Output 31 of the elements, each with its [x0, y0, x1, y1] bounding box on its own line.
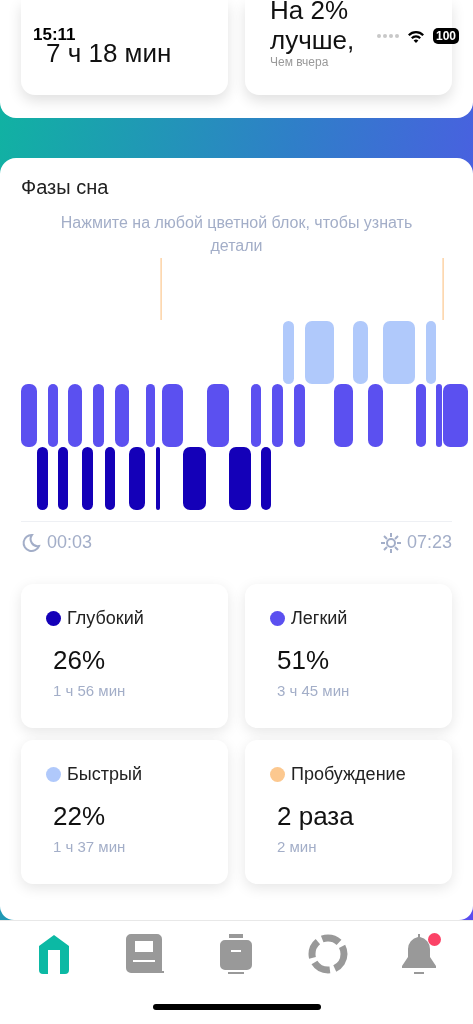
stage-card[interactable]: Легкий 51% 3 ч 45 мин [245, 584, 452, 728]
stage-value: 2 раза [276, 801, 355, 832]
bedtime: 00:03 [47, 532, 93, 553]
stage-value: 22% [52, 801, 107, 832]
stage-name: Легкий [291, 608, 348, 629]
ring-icon [307, 934, 348, 974]
stage-name: Пробуждение [291, 764, 406, 785]
stage-name: Быстрый [67, 764, 142, 785]
stage-card[interactable]: Быстрый 22% 1 ч 37 мин [21, 740, 228, 884]
comparison-text: На 2% лучше, [270, 0, 356, 55]
sun-icon [380, 532, 401, 553]
stage-card[interactable]: Глубокий 26% 1 ч 56 мин [21, 584, 228, 728]
signal-icon [376, 34, 399, 38]
bell-icon [400, 934, 439, 974]
stage-value: 26% [52, 645, 107, 676]
stage-name: Глубокий [67, 608, 144, 629]
wake-time: 07:23 [406, 532, 452, 553]
section-title: Фазы сна [20, 175, 110, 200]
stage-duration: 3 ч 45 мин [276, 682, 351, 699]
stage-duration: 1 ч 37 мин [52, 838, 127, 855]
wifi-icon [406, 29, 425, 43]
watch-icon [219, 934, 254, 974]
panel-icon [125, 934, 166, 974]
stage-duration: 1 ч 56 мин [52, 682, 127, 699]
stage-card[interactable]: Пробуждение 2 раза 2 мин [245, 740, 452, 884]
comparison-note: Чем вчера [270, 55, 330, 69]
moon-icon [21, 532, 41, 553]
hint-text: Нажмите на любой цветной блок, чтобы узнать детали [59, 213, 414, 256]
stage-value: 51% [276, 645, 331, 676]
stage-duration: 2 мин [276, 838, 318, 855]
status-time: 15:11 [33, 25, 76, 44]
